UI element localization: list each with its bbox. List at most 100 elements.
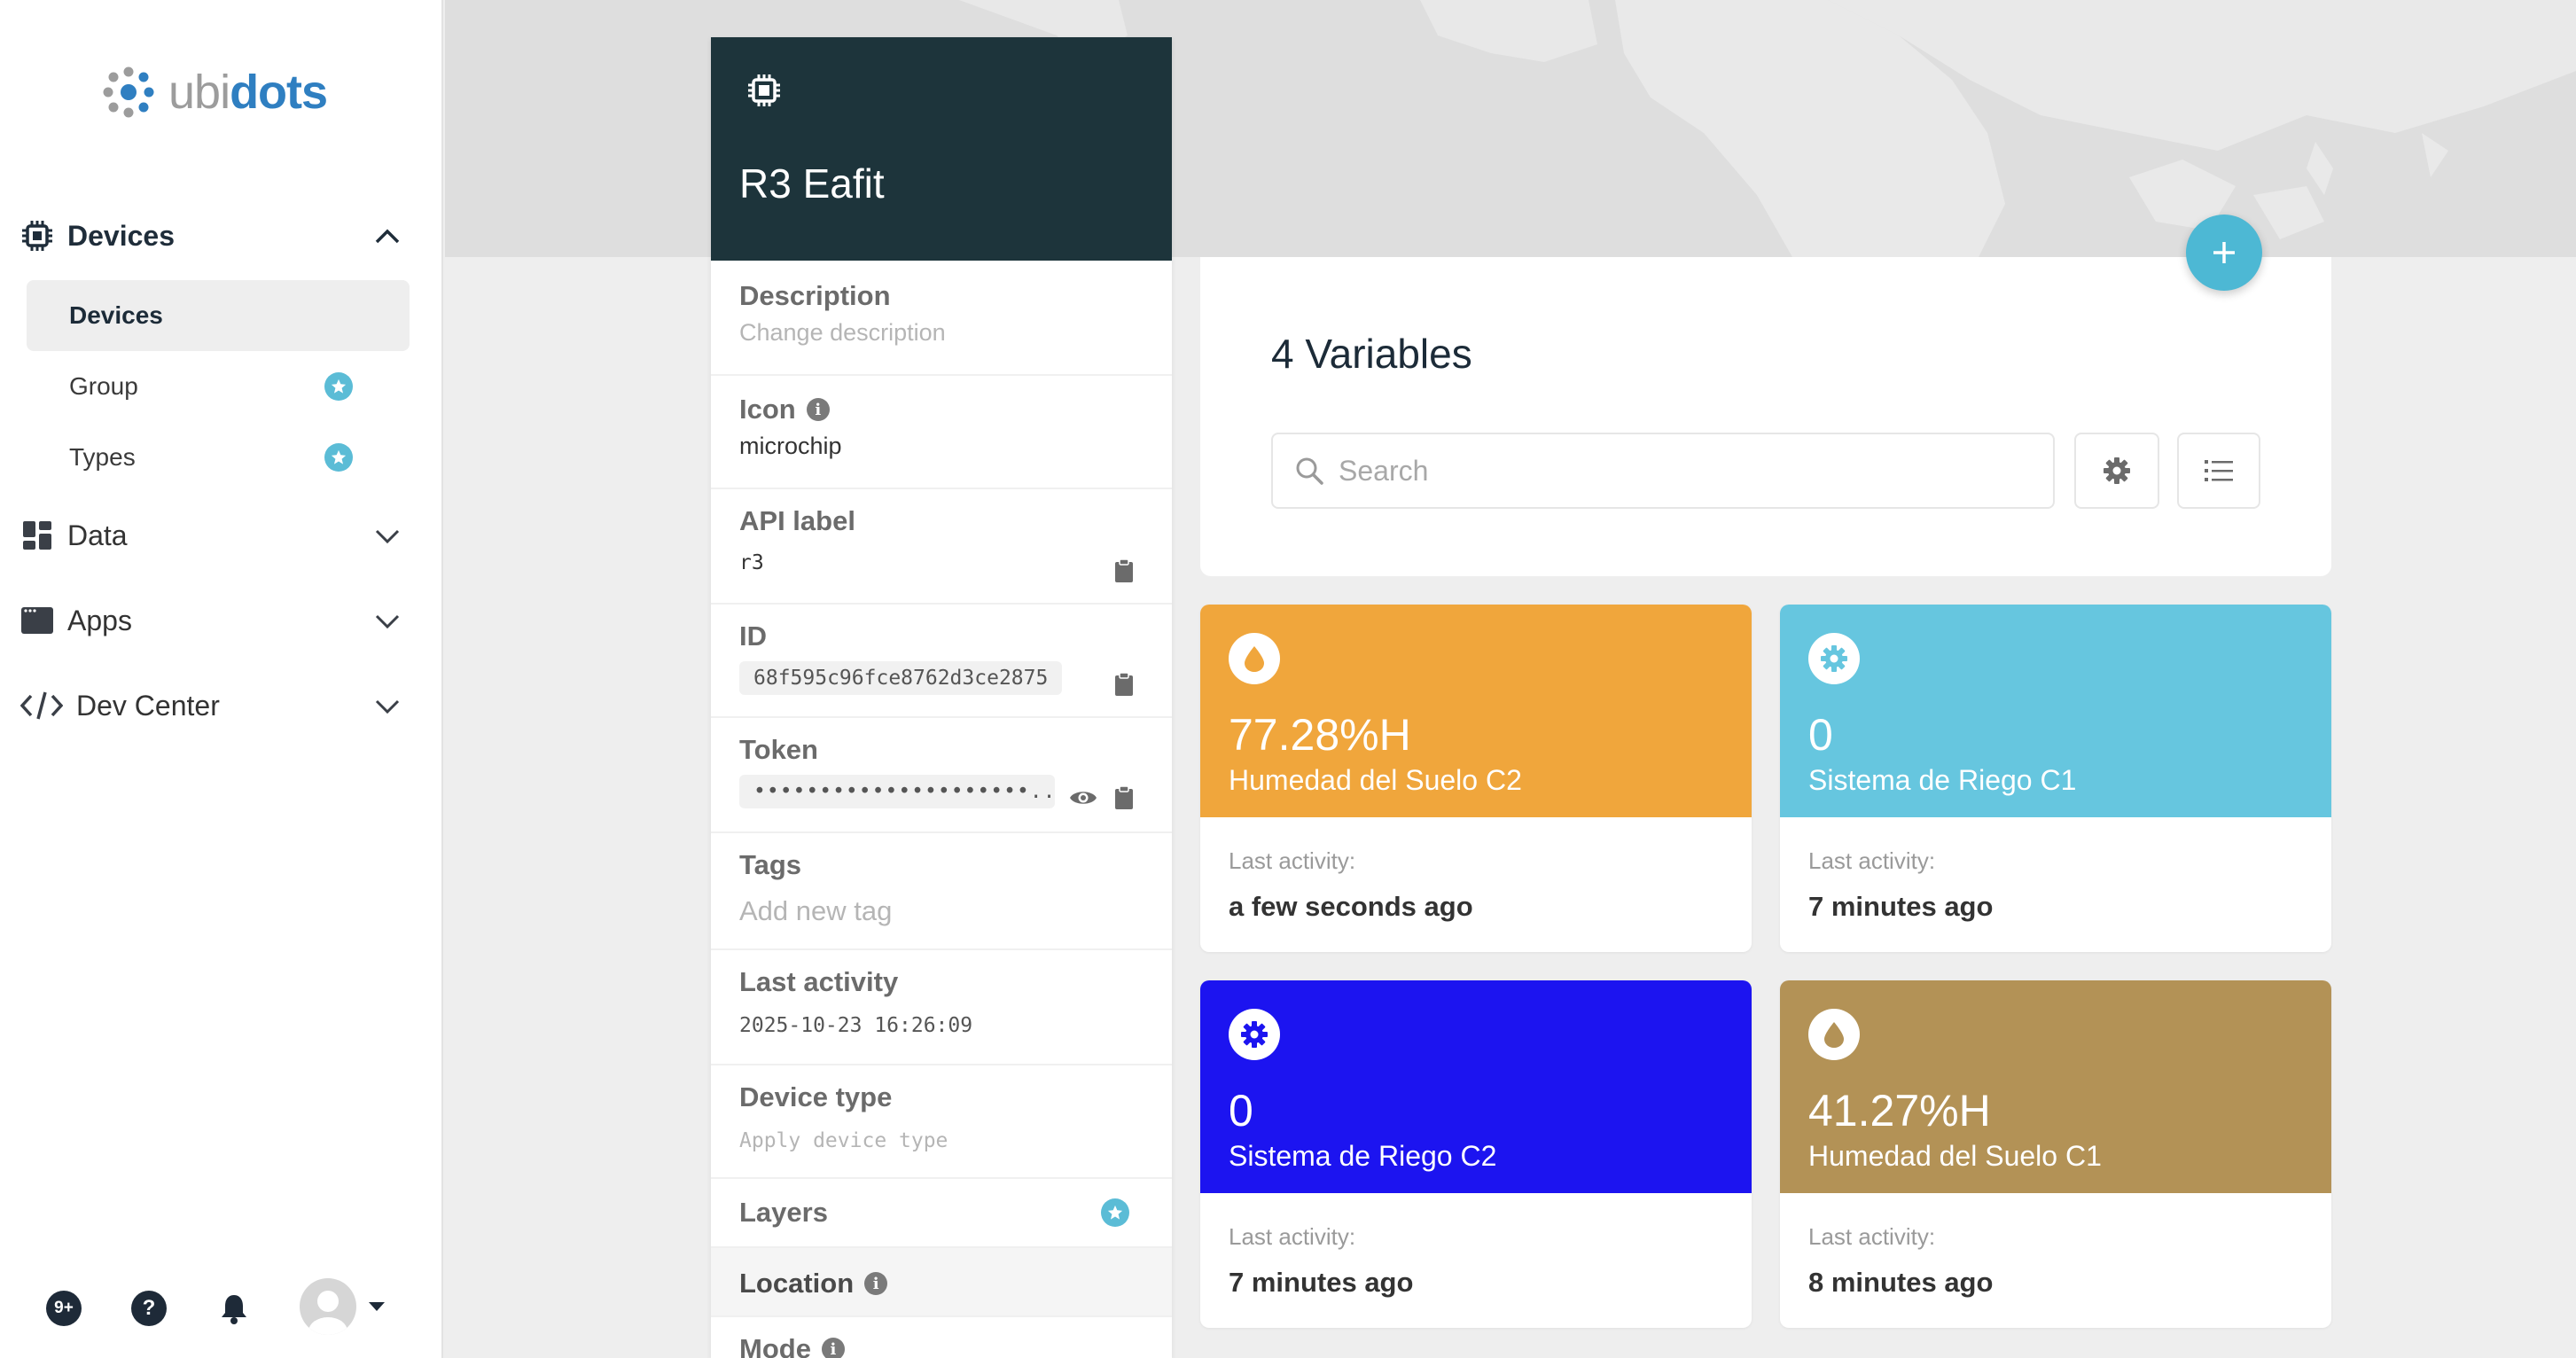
token-value[interactable]: •••••••••••••••••••••... bbox=[739, 775, 1055, 808]
last-activity-label: Last activity bbox=[739, 966, 899, 997]
chevron-down-icon[interactable] bbox=[372, 606, 402, 636]
chevron-down-icon[interactable] bbox=[372, 521, 402, 551]
variable-name: Humedad del Suelo C2 bbox=[1229, 764, 1522, 796]
mode-label-text: Mode bbox=[739, 1333, 811, 1358]
device-type-label: Device type bbox=[739, 1081, 893, 1112]
avatar[interactable] bbox=[300, 1278, 356, 1335]
ubidots-logo[interactable]: ubidots bbox=[101, 64, 328, 121]
search-box[interactable] bbox=[1271, 433, 2055, 509]
add-tag-input[interactable]: Add new tag bbox=[739, 895, 1172, 927]
clipboard-icon[interactable] bbox=[1113, 672, 1135, 697]
code-icon bbox=[20, 688, 64, 723]
last-activity-label: Last activity: bbox=[1808, 1223, 1936, 1250]
info-icon[interactable]: i bbox=[821, 1338, 845, 1358]
search-input[interactable] bbox=[1339, 454, 2030, 488]
layers-field[interactable]: Layers bbox=[711, 1179, 1172, 1248]
gear-icon bbox=[1229, 1009, 1280, 1060]
add-variable-button[interactable] bbox=[2186, 215, 2262, 291]
variable-value: 77.28%H bbox=[1229, 710, 1411, 760]
nav-section-label: Devices bbox=[67, 219, 175, 252]
variable-name: Sistema de Riego C1 bbox=[1808, 764, 2077, 796]
api-label-value[interactable]: r3 bbox=[739, 551, 1172, 574]
nav-section-label: Data bbox=[67, 519, 128, 551]
eye-icon[interactable] bbox=[1069, 787, 1097, 808]
nav-section-devices[interactable]: Devices bbox=[0, 204, 443, 268]
device-type-value[interactable]: Apply device type bbox=[739, 1129, 1172, 1152]
device-header: R3 Eafit bbox=[711, 37, 1172, 261]
logo-text-dots: dots bbox=[230, 66, 328, 119]
variable-card-header: 0 Sistema de Riego C1 bbox=[1780, 605, 2331, 817]
variable-card[interactable]: 41.27%H Humedad del Suelo C1 Last activi… bbox=[1780, 980, 2331, 1328]
logo-text-ubi: ubi bbox=[168, 66, 230, 119]
device-details-panel: R3 Eafit Description Change description … bbox=[711, 37, 1172, 1358]
location-label: Location i bbox=[739, 1268, 1172, 1299]
variable-card-header: 77.28%H Humedad del Suelo C2 bbox=[1200, 605, 1752, 817]
nav-section-apps[interactable]: Apps bbox=[0, 589, 443, 652]
location-label-text: Location bbox=[739, 1268, 855, 1299]
notifications-count-button[interactable]: 9+ bbox=[46, 1291, 82, 1326]
sidebar-item-types[interactable]: Types bbox=[27, 422, 410, 493]
variable-name: Humedad del Suelo C1 bbox=[1808, 1140, 2102, 1172]
description-label: Description bbox=[739, 280, 891, 311]
settings-button[interactable] bbox=[2074, 433, 2159, 509]
sidebar-item-label: Devices bbox=[69, 301, 163, 329]
star-badge-icon bbox=[1101, 1198, 1129, 1227]
location-field[interactable]: Location i bbox=[711, 1248, 1172, 1317]
icon-value[interactable]: microchip bbox=[739, 433, 1172, 460]
last-activity-value: 2025-10-23 16:26:09 bbox=[739, 1014, 973, 1037]
id-value[interactable]: 68f595c96fce8762d3ce2875 bbox=[739, 661, 1063, 695]
last-activity-value: 7 minutes ago bbox=[1229, 1267, 1414, 1298]
icon-field[interactable]: Icon i microchip bbox=[711, 376, 1172, 489]
nav-section-label: Dev Center bbox=[76, 689, 220, 722]
id-field: ID 68f595c96fce8762d3ce2875 bbox=[711, 605, 1172, 718]
help-icon: ? bbox=[142, 1296, 156, 1320]
chevron-up-icon[interactable] bbox=[372, 222, 402, 252]
variable-name: Sistema de Riego C2 bbox=[1229, 1140, 1497, 1172]
variable-card[interactable]: 0 Sistema de Riego C2 Last activity: 7 m… bbox=[1200, 980, 1752, 1328]
plus-icon bbox=[2213, 242, 2235, 263]
last-activity-value: 8 minutes ago bbox=[1808, 1267, 1994, 1298]
gear-icon bbox=[1808, 633, 1860, 684]
star-badge-icon bbox=[324, 443, 353, 472]
token-label: Token bbox=[739, 734, 818, 765]
description-field[interactable]: Description Change description bbox=[711, 261, 1172, 376]
clipboard-icon[interactable] bbox=[1113, 558, 1135, 583]
sidebar-bottom-bar: 9+ ? bbox=[0, 1276, 443, 1347]
mode-label: Mode i bbox=[739, 1333, 1172, 1358]
list-icon bbox=[2205, 460, 2233, 481]
device-name[interactable]: R3 Eafit bbox=[739, 160, 885, 207]
sidebar-item-devices[interactable]: Devices bbox=[27, 280, 410, 351]
variable-card[interactable]: 0 Sistema de Riego C1 Last activity: 7 m… bbox=[1780, 605, 2331, 952]
microchip-icon bbox=[748, 74, 780, 106]
sidebar-item-label: Types bbox=[69, 443, 136, 471]
nav-section-data[interactable]: Data bbox=[0, 503, 443, 567]
info-icon[interactable]: i bbox=[864, 1272, 888, 1295]
api-label-field[interactable]: API label r3 bbox=[711, 489, 1172, 605]
variable-card[interactable]: 77.28%H Humedad del Suelo C2 Last activi… bbox=[1200, 605, 1752, 952]
search-icon bbox=[1296, 457, 1323, 485]
help-button[interactable]: ? bbox=[131, 1291, 167, 1326]
info-icon[interactable]: i bbox=[806, 398, 830, 421]
device-type-field[interactable]: Device type Apply device type bbox=[711, 1065, 1172, 1179]
bell-icon[interactable] bbox=[216, 1291, 252, 1326]
variables-panel: 4 Variables bbox=[1200, 257, 2331, 576]
drop-icon bbox=[1808, 1009, 1860, 1060]
clipboard-icon[interactable] bbox=[1113, 785, 1135, 810]
caret-down-icon[interactable] bbox=[367, 1299, 386, 1314]
description-value[interactable]: Change description bbox=[739, 319, 1172, 347]
chip-icon bbox=[20, 218, 55, 254]
list-view-button[interactable] bbox=[2177, 433, 2260, 509]
variable-value: 0 bbox=[1229, 1086, 1253, 1136]
mode-field[interactable]: Mode i bbox=[711, 1317, 1172, 1358]
chevron-down-icon[interactable] bbox=[372, 691, 402, 722]
icon-label: Icon i bbox=[739, 394, 1172, 425]
last-activity-label: Last activity: bbox=[1229, 847, 1356, 874]
drop-icon bbox=[1229, 633, 1280, 684]
tags-label: Tags bbox=[739, 849, 802, 880]
last-activity-field: Last activity 2025-10-23 16:26:09 bbox=[711, 950, 1172, 1065]
notifications-count: 9+ bbox=[54, 1299, 74, 1317]
id-label: ID bbox=[739, 620, 767, 652]
nav-section-dev-center[interactable]: Dev Center bbox=[0, 674, 443, 738]
sidebar-item-group[interactable]: Group bbox=[27, 351, 410, 422]
logo-dots-icon bbox=[103, 66, 154, 118]
